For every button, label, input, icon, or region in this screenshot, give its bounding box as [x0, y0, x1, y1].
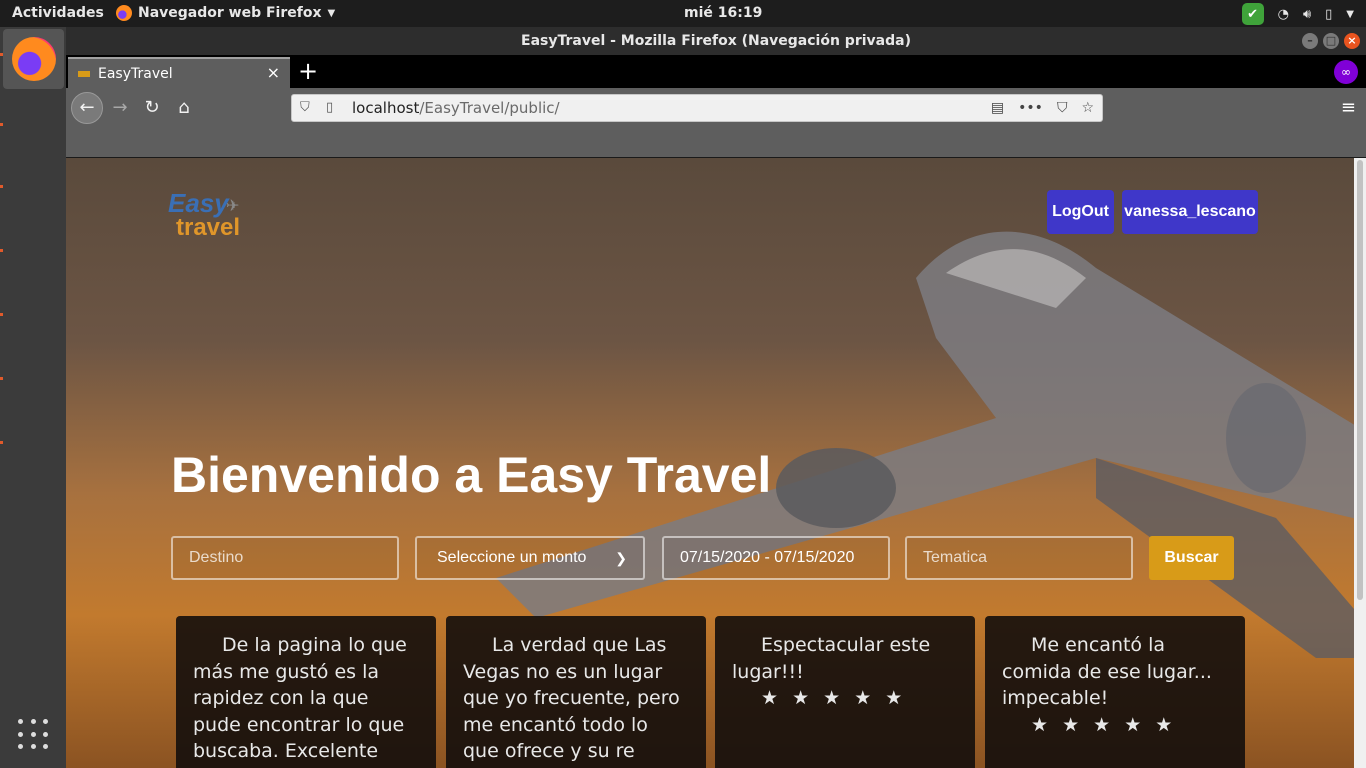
more-icon[interactable]: •••: [1018, 95, 1043, 121]
review-card: Me encantó la comida de ese lugar... imp…: [985, 616, 1245, 768]
private-browsing-icon: ∞: [1334, 60, 1358, 84]
wifi-icon: ◔: [1277, 6, 1289, 22]
review-text: Espectacular este lugar!!!: [732, 634, 931, 683]
review-text: La verdad que Las Vegas no es un lugar q…: [463, 634, 680, 762]
shield-icon[interactable]: ⛉: [300, 95, 310, 121]
toolbar-strip: [66, 128, 1366, 158]
web-page: Easy ✈ travel LogOut vanessa_lescano Bie…: [66, 158, 1354, 768]
window-controls: – □ ×: [1302, 33, 1360, 49]
home-icon[interactable]: ⌂: [168, 92, 200, 124]
review-card: La verdad que Las Vegas no es un lugar q…: [446, 616, 706, 768]
review-text: De la pagina lo que más me gustó es la r…: [193, 634, 407, 762]
url-bar-actions: ▤ ••• ⛉ ☆: [991, 95, 1094, 121]
chevron-down-icon: ❯: [615, 550, 627, 566]
pocket-icon[interactable]: ⛉: [1057, 95, 1068, 121]
volume-icon: 🔊︎: [1302, 6, 1312, 22]
back-icon[interactable]: ←: [71, 92, 103, 124]
review-stars: ★ ★ ★ ★ ★: [761, 687, 907, 709]
firefox-icon: [11, 37, 56, 81]
tab-strip: EasyTravel × + ∞: [66, 55, 1366, 88]
user-profile-button[interactable]: vanessa_lescano: [1122, 190, 1258, 234]
search-button[interactable]: Buscar: [1149, 536, 1234, 580]
check-icon[interactable]: ✔: [1241, 3, 1264, 25]
page-scrollbar[interactable]: [1354, 158, 1366, 768]
app-menu[interactable]: Navegador web Firefox ▼: [116, 5, 335, 21]
new-tab-button[interactable]: +: [298, 57, 318, 85]
running-indicator: [0, 313, 3, 316]
app-menu-label: Navegador web Firefox: [138, 5, 322, 21]
star-icon[interactable]: ☆: [1081, 95, 1094, 121]
clock[interactable]: mié 16:19: [684, 5, 762, 21]
page-title: Bienvenido a Easy Travel: [171, 447, 772, 503]
tab-title: EasyTravel: [98, 65, 173, 82]
url-path: /EasyTravel/public/: [419, 99, 560, 117]
destination-input[interactable]: Destino: [171, 536, 399, 580]
review-stars: ★ ★ ★ ★ ★: [1031, 713, 1177, 736]
chevron-down-icon: ▼: [1346, 8, 1354, 20]
review-card: De la pagina lo que más me gustó es la r…: [176, 616, 436, 768]
chevron-down-icon: ▼: [327, 7, 336, 19]
logout-button[interactable]: LogOut: [1047, 190, 1114, 234]
logo-text-travel: travel: [176, 214, 241, 241]
airplane-background-image: [496, 231, 1354, 658]
dock: [0, 27, 66, 768]
tab-easytravel[interactable]: EasyTravel ×: [68, 57, 290, 88]
navigation-toolbar: ← → ↻ ⌂ ⛉ ▯ localhost/EasyTravel/public/…: [66, 88, 1366, 128]
running-indicator: [0, 249, 3, 252]
system-tray[interactable]: ✔ ◔ 🔊︎ ▯ ▼: [1241, 3, 1354, 25]
running-indicator: [0, 123, 3, 126]
favicon: [78, 70, 90, 77]
review-card: Espectacular este lugar!!! ★ ★ ★ ★ ★: [715, 616, 975, 768]
amount-select-value: Seleccione un monto: [437, 549, 587, 566]
battery-icon: ▯: [1325, 6, 1333, 22]
maximize-button[interactable]: □: [1323, 33, 1339, 49]
page-info-icon[interactable]: ▯: [326, 95, 333, 121]
window-title-bar: EasyTravel - Mozilla Firefox (Navegación…: [66, 27, 1366, 55]
close-tab-icon[interactable]: ×: [267, 63, 280, 82]
reader-icon[interactable]: ▤: [991, 95, 1004, 121]
running-indicator: [0, 185, 3, 188]
app-grid-icon[interactable]: [18, 719, 50, 751]
running-indicator: [0, 377, 3, 380]
minimize-button[interactable]: –: [1302, 33, 1318, 49]
activities-button[interactable]: Actividades: [12, 5, 104, 21]
running-indicator: [0, 441, 3, 444]
window-title: EasyTravel - Mozilla Firefox (Navegación…: [521, 33, 911, 49]
site-logo[interactable]: Easy ✈ travel: [162, 188, 252, 243]
firefox-icon: [116, 5, 132, 21]
date-range-input[interactable]: 07/15/2020 - 07/15/2020: [662, 536, 890, 580]
running-indicator: [0, 53, 3, 56]
menu-icon[interactable]: ≡: [1341, 97, 1356, 118]
scrollbar-thumb[interactable]: [1357, 160, 1363, 600]
dock-firefox-launcher[interactable]: [3, 29, 64, 89]
url-bar[interactable]: ⛉ ▯ localhost/EasyTravel/public/ ▤ ••• ⛉…: [291, 94, 1103, 122]
reload-icon[interactable]: ↻: [136, 92, 168, 124]
plane-icon: ✈: [226, 196, 240, 215]
forward-icon[interactable]: →: [104, 92, 136, 124]
url-host: localhost: [352, 99, 420, 117]
close-window-button[interactable]: ×: [1344, 33, 1360, 49]
url-text[interactable]: localhost/EasyTravel/public/: [352, 95, 560, 121]
theme-input[interactable]: Tematica: [905, 536, 1133, 580]
system-top-bar: Actividades Navegador web Firefox ▼ mié …: [0, 0, 1366, 27]
review-text: Me encantó la comida de ese lugar... imp…: [1002, 634, 1212, 709]
amount-select[interactable]: Seleccione un monto ❯: [415, 536, 645, 580]
